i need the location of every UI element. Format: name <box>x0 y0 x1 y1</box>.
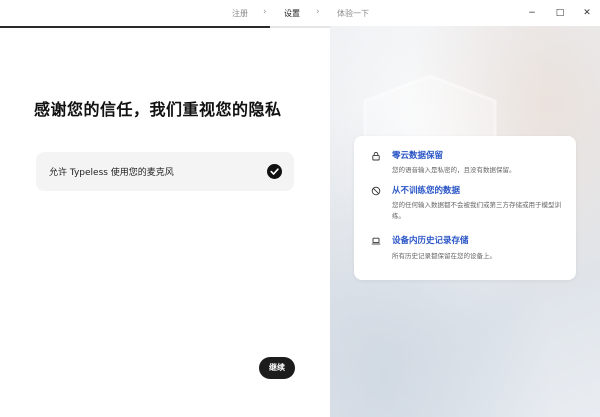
checkmark-icon[interactable] <box>267 164 282 179</box>
lock-icon <box>372 151 380 161</box>
close-icon[interactable]: ✕ <box>580 6 594 20</box>
laptop-icon <box>371 237 381 245</box>
title-bar: 注册 › 设置 › 体验一下 − □ ✕ <box>0 0 600 26</box>
progress-fill <box>0 26 270 28</box>
zero-retention-desc: 您的语音输入是私密的，且没有数据保留。 <box>392 166 516 174</box>
privacy-illustration-panel: 零云数据保留 您的语音输入是私密的，且没有数据保留。 从不训练您的数据 您的任何… <box>330 26 600 417</box>
no-training-title: 从不训练您的数据 <box>392 186 461 196</box>
local-history-title: 设备内历史记录存储 <box>392 236 469 246</box>
progress-bar <box>0 26 330 28</box>
ban-icon <box>371 186 381 196</box>
minimize-icon[interactable]: − <box>525 6 539 20</box>
permission-label: 允许 Typeless 使用您的麦克风 <box>49 168 174 178</box>
maximize-icon[interactable]: □ <box>553 6 567 20</box>
privacy-info-card: 零云数据保留 您的语音输入是私密的，且没有数据保留。 从不训练您的数据 您的任何… <box>354 136 576 280</box>
step-settings[interactable]: 设置 <box>284 8 300 19</box>
microphone-permission-row[interactable]: 允许 Typeless 使用您的麦克风 <box>36 152 294 191</box>
chevron-right-icon: › <box>263 7 267 17</box>
step-register[interactable]: 注册 <box>232 8 248 19</box>
step-indicator: 注册 › 设置 › 体验一下 <box>0 0 600 26</box>
no-training-desc: 您的任何输入数据都不会被我们或第三方存储或用于模型训练。 <box>392 201 561 220</box>
continue-button[interactable]: 继续 <box>259 357 295 379</box>
local-history-desc: 所有历史记录都保留在您的设备上。 <box>392 252 496 260</box>
zero-retention-title: 零云数据保留 <box>392 151 444 161</box>
step-try-it[interactable]: 体验一下 <box>337 8 369 19</box>
page-title: 感谢您的信任，我们重视您的隐私 <box>34 100 282 119</box>
chevron-right-icon: › <box>316 7 320 17</box>
